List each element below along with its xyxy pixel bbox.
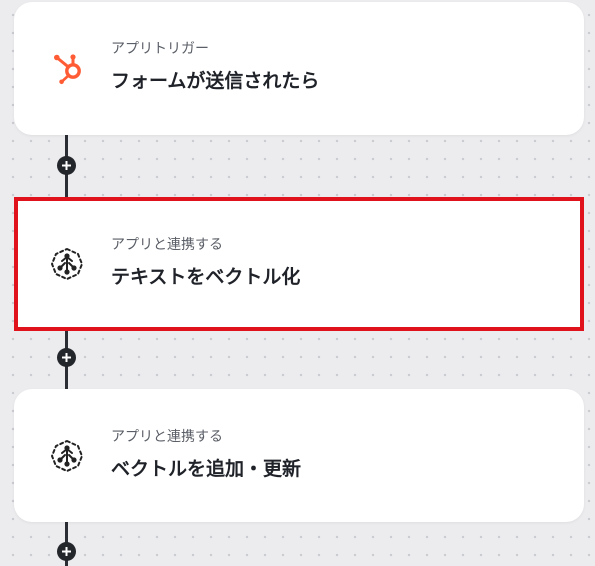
step-title: テキストをベクトル化: [111, 266, 301, 288]
add-step-button[interactable]: [57, 542, 76, 561]
add-step-button[interactable]: [57, 156, 76, 175]
upsert-vector-step-card[interactable]: アプリと連携する ベクトルを追加・更新: [14, 389, 584, 522]
plus-icon: [62, 547, 71, 556]
hubspot-icon: [47, 48, 87, 88]
step-text: アプリと連携する ベクトルを追加・更新: [111, 428, 301, 481]
vectorize-step-card[interactable]: アプリと連携する テキストをベクトル化: [14, 197, 584, 331]
step-text: アプリと連携する テキストをベクトル化: [111, 236, 300, 289]
vector-ai-icon: [47, 436, 87, 476]
step-type-label: アプリトリガー: [111, 41, 209, 57]
add-step-button[interactable]: [57, 348, 76, 367]
step-type-label: アプリと連携する: [111, 237, 223, 253]
step-text: アプリトリガー フォームが送信されたら: [111, 40, 319, 93]
trigger-step-card[interactable]: アプリトリガー フォームが送信されたら: [14, 2, 584, 135]
step-title: フォームが送信されたら: [111, 70, 320, 92]
step-title: ベクトルを追加・更新: [111, 458, 302, 480]
plus-icon: [62, 353, 71, 362]
vector-ai-icon: [47, 244, 87, 284]
step-type-label: アプリと連携する: [111, 429, 223, 445]
workflow-canvas: アプリトリガー フォームが送信されたら アプリと連携する テキストをベクトル化: [0, 0, 595, 566]
plus-icon: [62, 161, 71, 170]
